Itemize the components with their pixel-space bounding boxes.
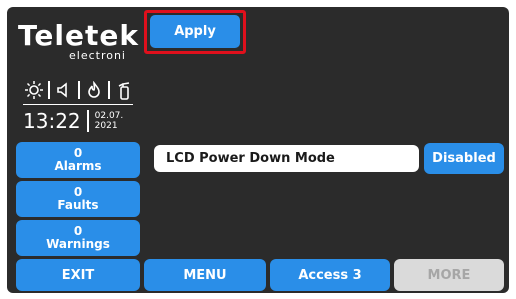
clock-divider [23,104,133,105]
exit-button[interactable]: EXIT [16,259,140,291]
sun-icon [23,79,45,101]
apply-highlight: Apply [144,10,246,54]
logo-main-text: Teletek [18,19,139,52]
faults-button[interactable]: 0 Faults [16,181,140,217]
alarms-label: Alarms [54,159,102,173]
alarms-button[interactable]: 0 Alarms [16,142,140,178]
clock-date-day-month: 02.07. [94,111,124,121]
setting-label: LCD Power Down Mode [154,145,419,172]
clock-date-year: 2021 [94,121,118,131]
access-button[interactable]: Access 3 [270,259,390,291]
clock-time: 13:22 [23,109,81,133]
status-separator [108,81,110,99]
clock: 13:22 02.07. 2021 [23,109,123,133]
setting-value-button[interactable]: Disabled [424,143,504,174]
status-separator [78,81,80,99]
device-frame: Apply Teletek electroni 13:22 02.07. 202… [0,0,516,299]
status-separator [48,81,50,99]
status-icons-row [23,79,143,101]
clock-date: 02.07. 2021 [95,111,124,131]
apply-button[interactable]: Apply [150,15,240,48]
more-button[interactable]: MORE [394,259,504,291]
panel-screen: Apply Teletek electroni 13:22 02.07. 202… [7,7,509,293]
warnings-button[interactable]: 0 Warnings [16,220,140,256]
teletek-logo: Teletek electroni [18,22,148,62]
menu-button[interactable]: MENU [144,259,266,291]
extinguisher-icon [113,79,135,101]
flame-icon [83,79,105,101]
speaker-icon [53,79,75,101]
faults-label: Faults [57,198,99,212]
warnings-label: Warnings [46,237,110,251]
clock-separator [86,110,89,132]
